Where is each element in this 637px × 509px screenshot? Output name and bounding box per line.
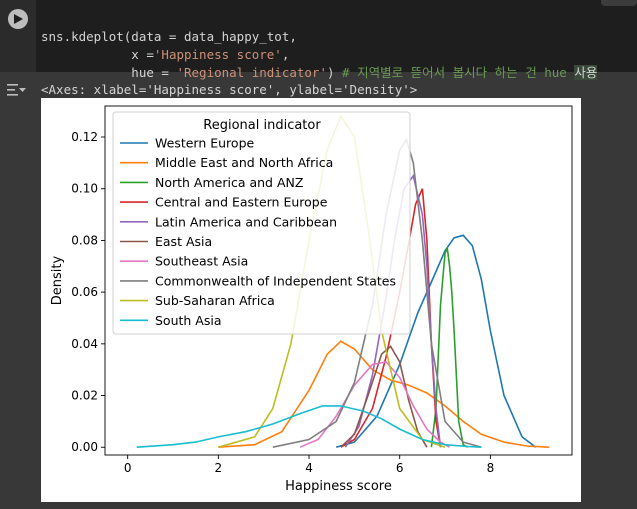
x-tick-label: 4 xyxy=(305,461,313,475)
y-tick-label: 0.04 xyxy=(71,337,98,351)
legend-entry: Sub-Saharan Africa xyxy=(155,293,275,308)
y-tick-label: 0.02 xyxy=(71,389,98,403)
y-tick-label: 0.10 xyxy=(71,182,98,196)
x-axis-label: Happiness score xyxy=(285,479,392,494)
legend-title: Regional indicator xyxy=(203,118,321,133)
y-axis-label: Density xyxy=(50,255,65,305)
series-line-2 xyxy=(218,340,550,448)
code-line-3: hue = 'Regional indicator') # 지역별로 뜯어서 봅… xyxy=(41,65,598,80)
legend-entry: North America and ANZ xyxy=(155,175,303,190)
y-tick-label: 0.08 xyxy=(71,233,98,247)
chart-svg: 0 2 4 6 8 0.00 0.02 0.04 0.06 0.08 0.10 0.12 Happine… xyxy=(50,105,573,494)
kde-plot: 0 2 4 6 8 0.00 0.02 0.04 0.06 0.08 0.10 0.12 Happine… xyxy=(41,98,581,502)
output-toggle-icon[interactable] xyxy=(7,83,27,97)
x-tick-label: 2 xyxy=(215,461,223,475)
run-cell-button[interactable] xyxy=(8,9,28,29)
y-tick-label: 0.06 xyxy=(71,285,98,299)
x-tick-label: 6 xyxy=(396,461,404,475)
legend-entry: Commonwealth of Independent States xyxy=(155,273,396,288)
x-tick-label: 8 xyxy=(487,461,495,475)
code-line-2: x ='Happiness score', xyxy=(41,47,290,62)
code-line-1: sns.kdeplot(data = data_happy_tot, xyxy=(41,29,297,44)
play-icon xyxy=(14,14,23,24)
y-tick-label: 0.00 xyxy=(71,440,98,454)
y-tick-label: 0.12 xyxy=(71,130,98,144)
x-tick-label: 0 xyxy=(124,461,132,475)
legend-entry: Southeast Asia xyxy=(155,254,248,269)
legend-entry: Middle East and North Africa xyxy=(155,155,333,170)
series-line-10 xyxy=(136,405,482,448)
legend-entry: East Asia xyxy=(155,234,212,249)
legend-entry: Western Europe xyxy=(155,136,255,151)
output-text: <Axes: xlabel='Happiness score', ylabel=… xyxy=(41,82,418,97)
legend-entry: South Asia xyxy=(155,313,222,328)
legend-entry: Central and Eastern Europe xyxy=(155,195,328,210)
legend-entry: Latin America and Caribbean xyxy=(155,214,337,229)
cell-toolbar-handle[interactable] xyxy=(601,0,637,6)
code-cell[interactable]: sns.kdeplot(data = data_happy_tot, x ='H… xyxy=(0,0,637,80)
